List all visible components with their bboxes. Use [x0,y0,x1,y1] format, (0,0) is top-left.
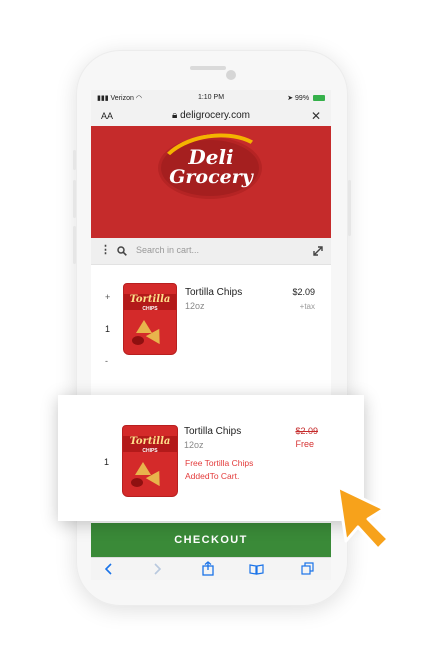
increase-qty-button[interactable]: + [105,292,110,302]
pointer-arrow-icon [336,485,390,551]
more-options-icon[interactable]: ⋮ [100,243,111,256]
checkout-button[interactable]: CHECKOUT [91,523,331,557]
volume-down-button [73,226,76,264]
battery-icon [313,95,325,101]
magnifier-icon [117,246,127,256]
product-size: 12oz [185,301,205,311]
free-item-popup: 1 Tortilla CHIPS Tortilla Chips 12oz Fre… [58,395,364,521]
status-bar: ▮▮▮ Verizon ◠ 1:10 PM ➤ 99% [91,90,331,106]
mute-switch [73,150,76,170]
cart-item-row: + 1 - Tortilla CHIPS Tortilla Chips 12oz… [91,270,331,370]
tabs-icon[interactable] [301,562,314,575]
phone-camera [226,70,236,80]
expand-icon[interactable] [313,246,323,256]
salsa-graphic [132,336,144,345]
bag-brand-text: Tortilla [129,294,171,305]
bag-sub-text: CHIPS [142,306,158,312]
popup-old-price: $2.09 [295,426,318,436]
close-icon[interactable]: ✕ [311,109,321,123]
battery-percent: 99% [295,95,310,102]
free-item-message-line2: AddedTo Cart. [185,471,240,481]
popup-product-name: Tortilla Chips [184,426,242,437]
bag-sub-text: CHIPS [142,448,158,454]
salsa-graphic [131,478,143,487]
free-item-message-line1: Free Tortilla Chips [185,458,254,468]
forward-icon[interactable] [153,563,161,575]
url-text: deligrocery.com [180,110,250,121]
popup-product-size: 12oz [184,440,204,450]
url-display[interactable]: 🔒︎ deligrocery.com [91,110,331,121]
popup-quantity: 1 [104,457,110,467]
popup-product-image: Tortilla CHIPS [122,425,178,497]
power-button [348,180,351,236]
back-icon[interactable] [105,563,113,575]
product-name[interactable]: Tortilla Chips [185,287,242,298]
site-header: Deli Grocery ☰ [91,126,331,264]
cart-search-bar: ⋮ Search in cart... [91,238,331,265]
book-icon[interactable] [249,563,264,575]
browser-address-bar[interactable]: AA 🔒︎ deligrocery.com ✕ [91,106,331,126]
product-price: $2.09 [292,287,315,297]
bag-brand-text: Tortilla [129,436,171,447]
product-image[interactable]: Tortilla CHIPS [123,283,177,355]
quantity-value: 1 [105,324,111,334]
logo-text-grocery[interactable]: Grocery [91,166,331,188]
decrease-qty-button[interactable]: - [105,356,108,366]
battery-group: ➤ 99% [287,94,325,102]
location-icon: ➤ [287,95,294,102]
phone-speaker [190,66,226,70]
cart-search-input[interactable]: Search in cart... [136,245,199,255]
volume-up-button [73,180,76,218]
lock-icon: 🔒︎ [172,110,178,121]
browser-toolbar [91,557,331,580]
tax-note: +tax [299,302,315,311]
share-icon[interactable] [202,561,214,576]
free-item-message: Free Tortilla Chips AddedTo Cart. [185,457,253,483]
popup-free-label: Free [295,439,314,449]
